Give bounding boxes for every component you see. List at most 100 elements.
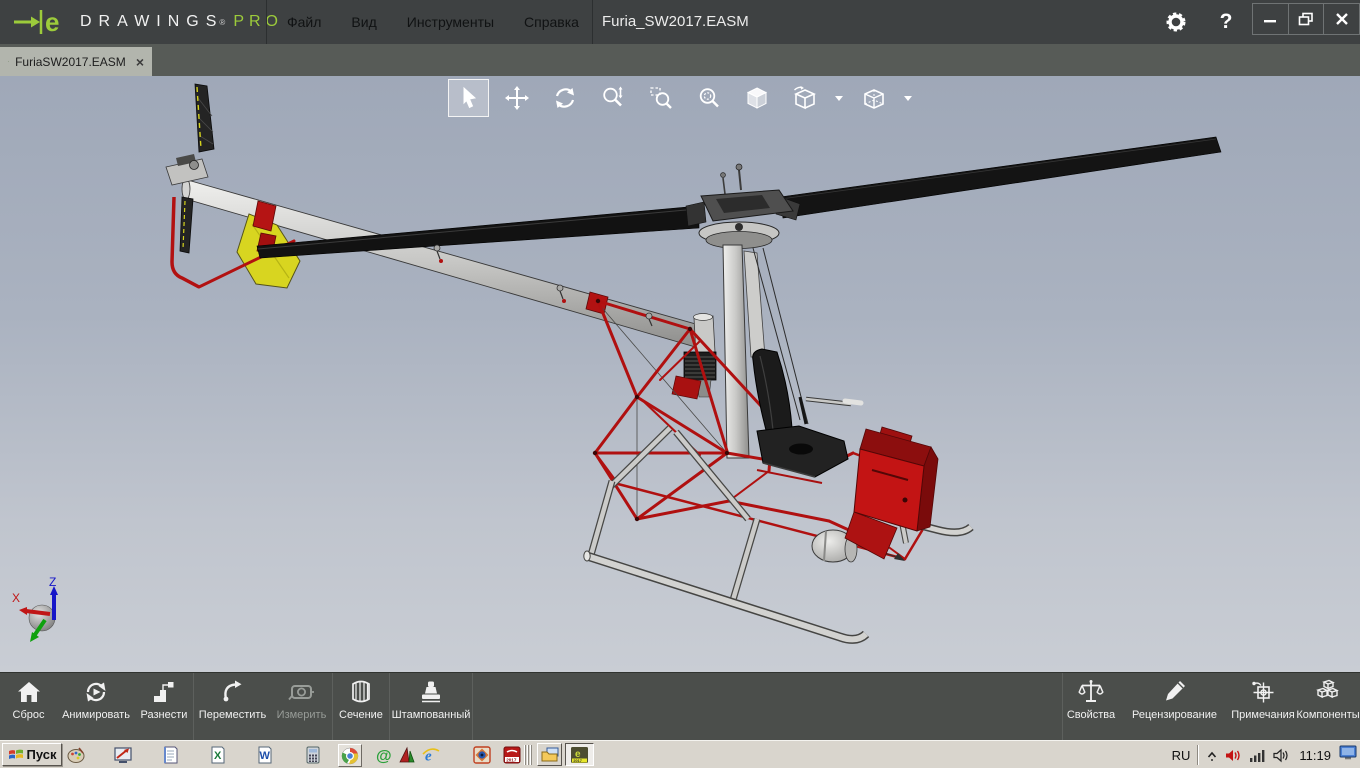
viewer-eye-icon[interactable] [472,745,492,765]
windows-flag-icon [8,747,24,762]
helicopter-model-3d-view[interactable] [0,76,1360,672]
toolbar-spacer [473,673,1062,740]
hidden-icons-button[interactable] [1206,749,1218,761]
excel-icon[interactable]: X [208,745,228,765]
nero-icon[interactable] [397,745,417,765]
menu-help[interactable]: Справка [509,0,594,44]
chrome-icon[interactable] [338,744,362,767]
zoom-tool-button[interactable] [592,79,633,117]
pencil-icon [1161,678,1189,706]
word-icon[interactable]: W [255,745,275,765]
windows-taskbar: Пуск X W @ e [0,740,1360,768]
clock[interactable]: 11:19 [1299,748,1331,763]
model-viewport[interactable]: X Z [0,76,1360,672]
gear-icon [1164,10,1188,34]
stamp-button[interactable]: Штампованный [390,673,472,740]
red-speaker-icon [1225,748,1242,763]
markup-label: Примечания [1230,709,1296,721]
select-tool-button[interactable] [448,79,489,117]
view-toolbar [448,79,922,117]
rotate-arrows-icon [552,85,578,111]
zoom-fit-tool-button[interactable] [688,79,729,117]
menu-tools[interactable]: Инструменты [392,0,509,44]
rotor-head[interactable] [686,164,800,249]
language-indicator[interactable]: RU [1165,748,1198,763]
menubar: Файл Вид Инструменты Справка [272,0,594,44]
cursor-arrow-icon [456,85,482,111]
shaded-view-button[interactable] [736,79,777,117]
display-tray-icon[interactable] [1339,745,1357,765]
landing-skids[interactable] [584,513,971,639]
markup-button[interactable]: Примечания [1230,673,1296,740]
components-button[interactable]: Компоненты [1296,673,1360,740]
measure-button: Измерить [271,673,332,740]
tray-divider [1197,745,1199,765]
wireframe-view-button[interactable] [853,79,894,117]
stamp-icon [417,678,445,706]
document-title: Furia_SW2017.EASM [602,0,749,44]
brand-reg: ® [219,18,225,27]
zoom-fit-icon [696,85,722,111]
edrawings-arrow-e-icon: e [12,7,70,37]
folder-window-button[interactable] [537,743,562,766]
view-orientation-dropdown[interactable] [832,79,846,117]
edrawings-logo: e DRAWINGS® PRO [12,0,283,44]
chevron-down-icon [835,96,843,101]
rotate-tool-button[interactable] [544,79,585,117]
system-tray: RU [1165,741,1360,768]
pan-arrows-icon [504,85,530,111]
section-button[interactable]: Сечение [333,673,389,740]
settings-button[interactable] [1156,0,1196,44]
edrawings-window-button[interactable]: e 2017 [565,743,594,766]
titlebar-separator [266,0,267,44]
mail-agent-icon[interactable]: @ [374,745,394,765]
chevron-down-icon [904,96,912,101]
scales-icon [1077,678,1105,706]
internet-explorer-icon[interactable]: e [421,745,441,765]
volume-tray-icon[interactable] [1273,748,1290,763]
svg-text:X: X [214,750,222,762]
control-stick[interactable] [800,397,861,424]
pilot-seat[interactable] [753,349,848,483]
animate-button[interactable]: Анимировать [57,673,135,740]
move-component-button[interactable]: Переместить [194,673,271,740]
orientation-cube-icon [792,85,818,111]
animate-label: Анимировать [61,709,131,721]
palette-icon[interactable] [66,745,86,765]
solidworks-2017-icon[interactable]: 2017 [502,745,522,765]
tab-close-icon[interactable]: × [136,54,144,70]
edrawings-2017-icon: e 2017 [570,746,589,764]
help-button[interactable]: ? [1206,0,1246,44]
restore-button[interactable] [1288,4,1324,34]
brand-word: DRAWINGS [80,13,223,31]
stamp-label: Штампованный [391,709,472,721]
menu-file[interactable]: Файл [272,0,336,44]
zoom-area-icon [648,85,674,111]
media-app-icon[interactable] [113,745,133,765]
menu-view[interactable]: Вид [336,0,391,44]
audio-app-tray-icon[interactable] [1225,748,1242,763]
tab-furia[interactable]: FuriaSW2017.EASM × [0,47,152,76]
zoom-area-tool-button[interactable] [640,79,681,117]
annotation-target-icon [1249,678,1277,706]
wireframe-dropdown[interactable] [901,79,915,117]
view-orientation-button[interactable] [784,79,825,117]
properties-button[interactable]: Свойства [1063,673,1119,740]
reset-label: Сброс [12,709,46,721]
folder-icon [541,747,559,763]
start-label: Пуск [27,747,57,762]
start-button[interactable]: Пуск [2,743,62,766]
zoom-in-out-icon [600,85,626,111]
network-signal-tray-icon[interactable] [1249,748,1266,762]
engine-box[interactable] [845,427,938,559]
notepad-icon[interactable] [161,745,181,765]
shaded-cube-icon [744,85,770,111]
calculator-icon[interactable] [303,745,323,765]
minimize-button[interactable] [1253,4,1288,34]
reset-button[interactable]: Сброс [0,673,57,740]
explode-button[interactable]: Разнести [135,673,193,740]
close-icon [1335,12,1349,26]
pan-tool-button[interactable] [496,79,537,117]
review-button[interactable]: Рецензирование [1119,673,1230,740]
close-button[interactable] [1323,4,1359,34]
